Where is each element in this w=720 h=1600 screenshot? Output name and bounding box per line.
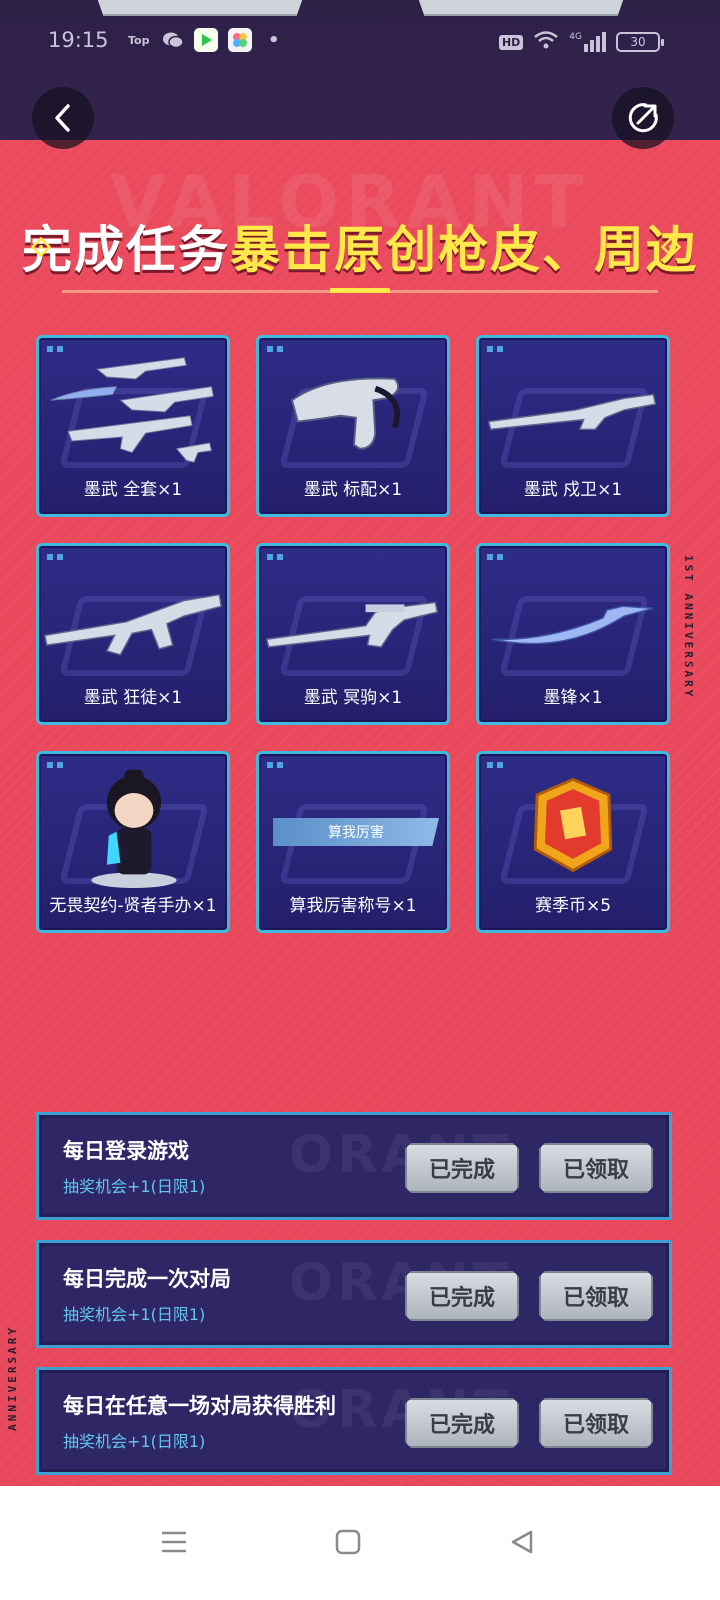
task-claimed-button[interactable]: 已领取: [539, 1271, 653, 1321]
reward-label: 墨锋×1: [543, 688, 603, 708]
reward-card[interactable]: 墨武 标配×1: [256, 335, 450, 517]
diamond-deco-icon: [660, 236, 682, 258]
menu-icon: [162, 1531, 186, 1553]
banner-title: 完成任务暴击原创枪皮、周边: [0, 210, 720, 282]
task-card: ORANT 每日完成一次对局 抽奖机会+1(日限1) 已完成 已领取: [36, 1240, 672, 1348]
task-card: ORANT 每日在任意一场对局获得胜利 抽奖机会+1(日限1) 已完成 已领取: [36, 1367, 672, 1475]
rifle-ak-icon: [43, 593, 223, 656]
menu-button[interactable]: [154, 1522, 194, 1562]
pistol-icon: [290, 377, 400, 450]
task-card: ORANT 每日登录游戏 抽奖机会+1(日限1) 已完成 已领取: [36, 1112, 672, 1220]
reward-card[interactable]: 墨锋×1: [476, 543, 670, 725]
task-subtitle: 抽奖机会+1(日限1): [63, 1305, 206, 1324]
system-nav-bar: [0, 1486, 720, 1600]
banner-title-part2: 暴击原创枪皮、周边: [230, 221, 698, 279]
share-icon: [628, 103, 658, 133]
sage-figure-icon: [91, 769, 177, 888]
wifi-icon: [533, 30, 559, 54]
dot-icon: •: [268, 29, 280, 51]
tab-stub-left: [95, 0, 305, 16]
chevron-left-icon: [55, 104, 70, 132]
task-done-button[interactable]: 已完成: [405, 1271, 519, 1321]
reward-card[interactable]: 墨武 狂徒×1: [36, 543, 230, 725]
status-right: HD 4G 30: [498, 30, 664, 54]
reward-label: 赛季币×5: [534, 896, 612, 916]
banner-title-part1: 完成任务: [22, 221, 230, 279]
title-chip: 算我厉害: [273, 818, 439, 846]
status-app-top: Top: [128, 33, 150, 47]
diamond-deco-icon: [30, 236, 52, 258]
reward-label: 墨武 标配×1: [303, 480, 403, 500]
reward-label: 无畏契约-贤者手办×1: [49, 896, 217, 916]
home-icon: [335, 1529, 361, 1555]
task-title: 每日完成一次对局: [63, 1267, 231, 1291]
reward-label: 墨武 全套×1: [83, 480, 183, 500]
side-text-left: ANNIVERSARY: [6, 1325, 19, 1431]
share-button[interactable]: [612, 87, 674, 149]
task-claimed-button[interactable]: 已领取: [539, 1398, 653, 1448]
hd-badge: HD: [498, 34, 524, 50]
photo-app-icon: [228, 28, 252, 52]
rifle-icon: [487, 393, 657, 431]
reward-label: 墨武 戍卫×1: [523, 480, 623, 500]
reward-grid: 墨武 全套×1 墨武 标配×1 墨武 戍卫×1 墨武 狂徒×1 墨武 冥驹×1 …: [36, 335, 672, 933]
video-app-icon: [194, 28, 218, 52]
blade-icon: [492, 605, 654, 645]
page-body: VALORANT 完成任务暴击原创枪皮、周边 1ST ANNIVERSARY A…: [0, 140, 720, 1485]
network-type: 4G: [569, 32, 582, 42]
reward-card[interactable]: 墨武 全套×1: [36, 335, 230, 517]
reward-card[interactable]: 墨武 冥驹×1: [256, 543, 450, 725]
signal-icon: 4G: [569, 32, 606, 52]
title-underline-accent: [330, 288, 390, 293]
sniper-icon: [265, 601, 439, 648]
task-subtitle: 抽奖机会+1(日限1): [63, 1432, 206, 1451]
task-subtitle: 抽奖机会+1(日限1): [63, 1177, 206, 1196]
back-icon: [511, 1530, 533, 1554]
season-coin-icon: [533, 777, 613, 873]
task-done-button[interactable]: 已完成: [405, 1398, 519, 1448]
reward-label: 墨武 冥驹×1: [303, 688, 403, 708]
reward-card[interactable]: 赛季币×5: [476, 751, 670, 933]
battery-level: 30: [630, 35, 646, 49]
side-text-right: 1ST ANNIVERSARY: [682, 555, 695, 700]
task-claimed-button[interactable]: 已领取: [539, 1143, 653, 1193]
home-button[interactable]: [328, 1522, 368, 1562]
reward-label: 墨武 狂徒×1: [83, 688, 183, 708]
reward-card[interactable]: 算我厉害 算我厉害称号×1: [256, 751, 450, 933]
battery-icon: 30: [616, 32, 664, 52]
system-back-button[interactable]: [502, 1522, 542, 1562]
back-button[interactable]: [32, 87, 94, 149]
reward-card[interactable]: 墨武 戍卫×1: [476, 335, 670, 517]
reward-label: 算我厉害称号×1: [289, 896, 417, 916]
reward-card[interactable]: 无畏契约-贤者手办×1: [36, 751, 230, 933]
tab-stub-right: [416, 0, 626, 16]
status-time: 19:15: [48, 28, 109, 52]
status-bar: 19:15 Top • HD 4G 30: [0, 22, 720, 58]
task-title: 每日在任意一场对局获得胜利: [63, 1394, 336, 1418]
wechat-icon: [162, 28, 184, 52]
task-done-button[interactable]: 已完成: [405, 1143, 519, 1193]
weapon-set-icon: [50, 357, 215, 463]
task-title: 每日登录游戏: [63, 1139, 189, 1163]
